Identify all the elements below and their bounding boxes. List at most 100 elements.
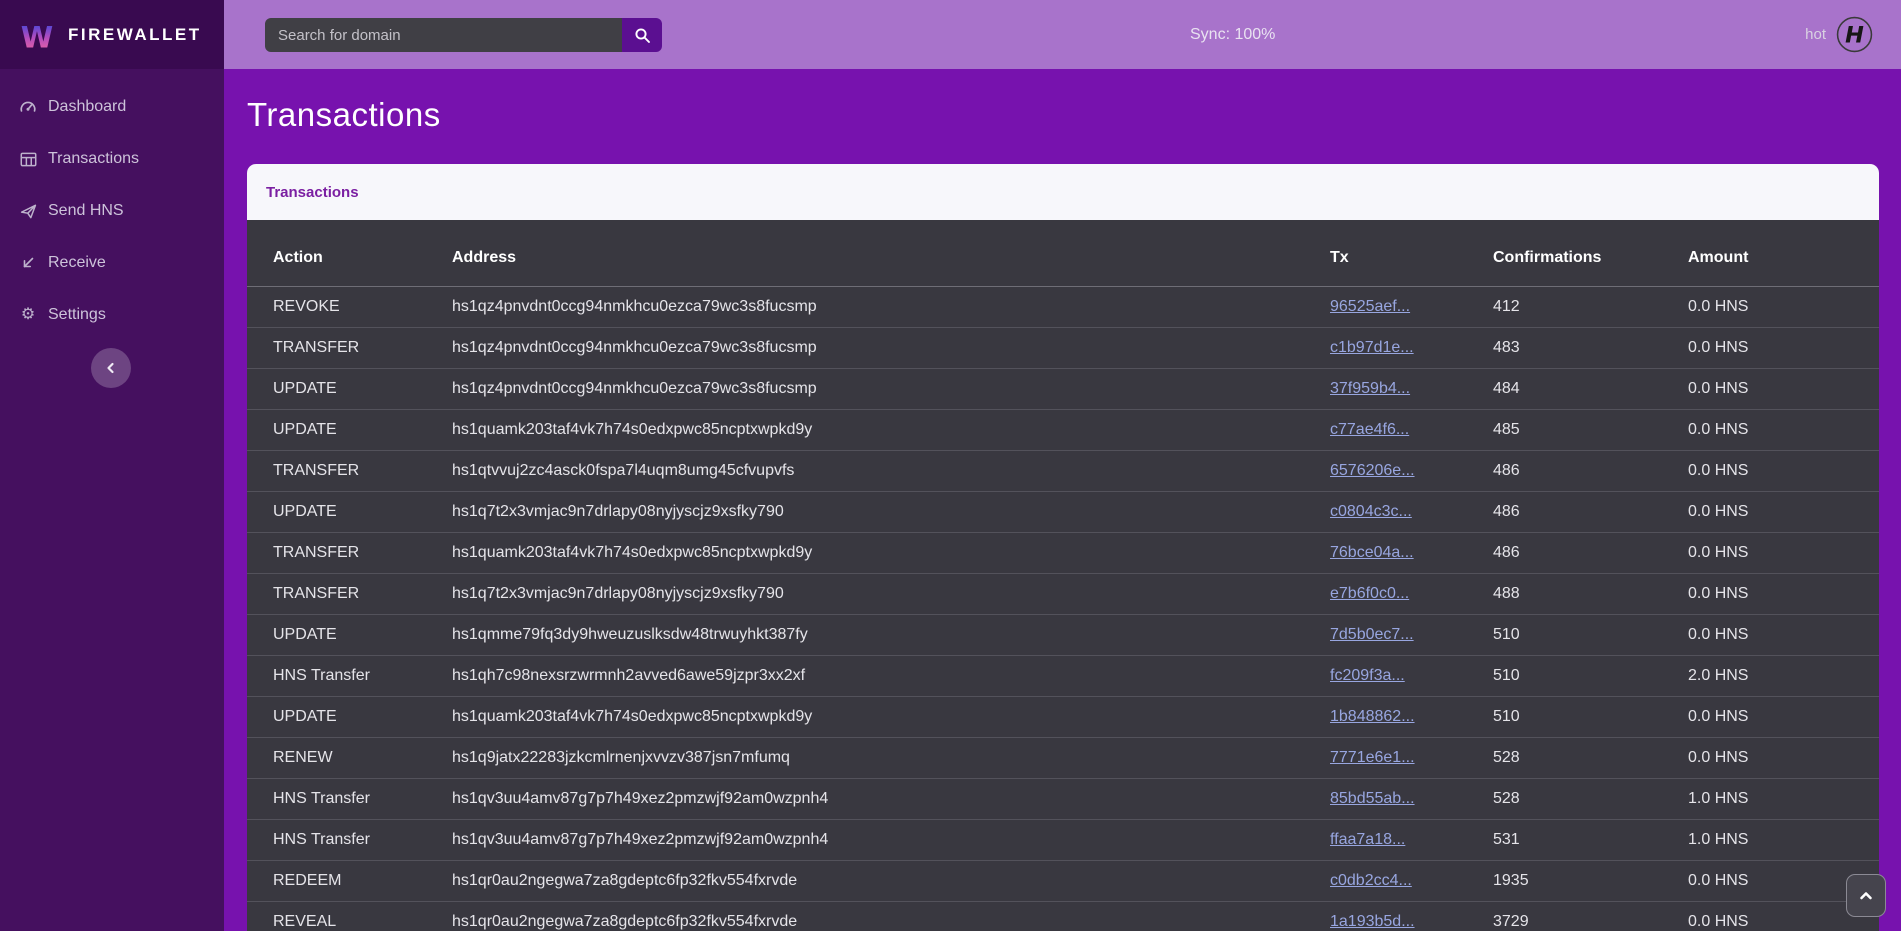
sidebar-item-settings[interactable]: ⚙Settings: [0, 289, 224, 341]
table-row: TRANSFERhs1quamk203taf4vk7h74s0edxpwc85n…: [247, 532, 1879, 573]
arrow-down-left-icon: [19, 254, 37, 272]
main-content: Transactions Transactions ActionAddressT…: [224, 0, 1901, 931]
handshake-logo-icon[interactable]: H: [1836, 16, 1873, 53]
card-header: Transactions: [247, 164, 1879, 220]
search-icon: [634, 27, 651, 44]
cell-action: RENEW: [247, 737, 452, 778]
wallet-menu[interactable]: hot H: [1805, 0, 1873, 69]
gear-icon: ⚙: [19, 306, 37, 324]
cell-tx: 7d5b0ec7...: [1330, 614, 1493, 655]
sidebar-item-label: Dashboard: [48, 98, 126, 116]
cell-tx: c0db2cc4...: [1330, 860, 1493, 901]
tx-link[interactable]: 1a193b5d...: [1330, 913, 1415, 930]
cell-tx: c1b97d1e...: [1330, 327, 1493, 368]
tx-link[interactable]: fc209f3a...: [1330, 667, 1405, 684]
cell-tx: 37f959b4...: [1330, 368, 1493, 409]
cell-address: hs1qh7c98nexsrzwrmnh2avved6awe59jzpr3xx2…: [452, 655, 1330, 696]
cell-action: REVOKE: [247, 286, 452, 327]
cell-tx: 6576206e...: [1330, 450, 1493, 491]
topbar: Sync: 100% hot H: [224, 0, 1901, 69]
table-row: HNS Transferhs1qh7c98nexsrzwrmnh2avved6a…: [247, 655, 1879, 696]
cell-confirmations: 510: [1493, 655, 1688, 696]
cell-action: UPDATE: [247, 491, 452, 532]
cell-action: HNS Transfer: [247, 655, 452, 696]
cell-action: HNS Transfer: [247, 819, 452, 860]
transactions-table-wrap: ActionAddressTxConfirmationsAmount REVOK…: [247, 220, 1879, 931]
page-title: Transactions: [247, 96, 1901, 134]
sidebar-item-label: Receive: [48, 254, 106, 272]
column-header-address: Address: [452, 220, 1330, 286]
cell-amount: 2.0 HNS: [1688, 655, 1879, 696]
tx-link[interactable]: 1b848862...: [1330, 708, 1415, 725]
tx-link[interactable]: 37f959b4...: [1330, 380, 1410, 397]
tx-link[interactable]: c0804c3c...: [1330, 503, 1412, 520]
sidebar-item-transactions[interactable]: Transactions: [0, 133, 224, 185]
cell-address: hs1quamk203taf4vk7h74s0edxpwc85ncptxwpkd…: [452, 409, 1330, 450]
cell-address: hs1qz4pnvdnt0ccg94nmkhcu0ezca79wc3s8fucs…: [452, 368, 1330, 409]
cell-address: hs1qtvvuj2zc4asck0fspa7l4uqm8umg45cfvupv…: [452, 450, 1330, 491]
cell-amount: 0.0 HNS: [1688, 696, 1879, 737]
cell-address: hs1qr0au2ngegwa7za8gdeptc6fp32fkv554fxrv…: [452, 901, 1330, 931]
cell-address: hs1q7t2x3vmjac9n7drlapy08nyjyscjz9xsfky7…: [452, 573, 1330, 614]
cell-confirmations: 510: [1493, 696, 1688, 737]
column-header-action: Action: [247, 220, 452, 286]
search-input[interactable]: [265, 18, 622, 52]
svg-text:H: H: [1845, 22, 1864, 48]
cell-action: TRANSFER: [247, 573, 452, 614]
cell-confirmations: 528: [1493, 737, 1688, 778]
cell-confirmations: 486: [1493, 450, 1688, 491]
tx-link[interactable]: 85bd55ab...: [1330, 790, 1415, 807]
cell-action: TRANSFER: [247, 532, 452, 573]
cell-address: hs1quamk203taf4vk7h74s0edxpwc85ncptxwpkd…: [452, 696, 1330, 737]
sidebar-item-send-hns[interactable]: Send HNS: [0, 185, 224, 237]
tx-link[interactable]: c77ae4f6...: [1330, 421, 1409, 438]
transactions-table: ActionAddressTxConfirmationsAmount REVOK…: [247, 220, 1879, 931]
cell-confirmations: 488: [1493, 573, 1688, 614]
cell-action: UPDATE: [247, 696, 452, 737]
cell-confirmations: 484: [1493, 368, 1688, 409]
tx-link[interactable]: c0db2cc4...: [1330, 872, 1412, 889]
transactions-table-body: REVOKEhs1qz4pnvdnt0ccg94nmkhcu0ezca79wc3…: [247, 286, 1879, 931]
sidebar-item-receive[interactable]: Receive: [0, 237, 224, 289]
cell-amount: 0.0 HNS: [1688, 737, 1879, 778]
tx-link[interactable]: e7b6f0c0...: [1330, 585, 1409, 602]
cell-action: UPDATE: [247, 409, 452, 450]
table-row: TRANSFERhs1q7t2x3vmjac9n7drlapy08nyjyscj…: [247, 573, 1879, 614]
sidebar: W FIREWALLET Dashboard Transactions Send H…: [0, 0, 224, 931]
tx-link[interactable]: 76bce04a...: [1330, 544, 1414, 561]
sidebar-item-dashboard[interactable]: Dashboard: [0, 81, 224, 133]
svg-text:W: W: [21, 20, 53, 53]
tx-link[interactable]: 6576206e...: [1330, 462, 1415, 479]
cell-amount: 0.0 HNS: [1688, 573, 1879, 614]
cell-amount: 0.0 HNS: [1688, 409, 1879, 450]
cell-address: hs1q9jatx22283jzkcmlrnenjxvvzv387jsn7mfu…: [452, 737, 1330, 778]
scroll-to-top-button[interactable]: [1846, 874, 1886, 917]
tx-link[interactable]: ffaa7a18...: [1330, 831, 1405, 848]
sidebar-collapse-button[interactable]: [91, 348, 131, 388]
table-row: TRANSFERhs1qtvvuj2zc4asck0fspa7l4uqm8umg…: [247, 450, 1879, 491]
cell-tx: 1b848862...: [1330, 696, 1493, 737]
tx-link[interactable]: 7d5b0ec7...: [1330, 626, 1414, 643]
cell-confirmations: 483: [1493, 327, 1688, 368]
cell-action: HNS Transfer: [247, 778, 452, 819]
search-button[interactable]: [622, 18, 662, 52]
table-row: UPDATEhs1quamk203taf4vk7h74s0edxpwc85ncp…: [247, 409, 1879, 450]
tx-link[interactable]: 7771e6e1...: [1330, 749, 1415, 766]
tx-link[interactable]: c1b97d1e...: [1330, 339, 1414, 356]
firewallet-logo-icon: W: [18, 17, 56, 53]
column-header-confirmations: Confirmations: [1493, 220, 1688, 286]
tx-link[interactable]: 96525aef...: [1330, 298, 1410, 315]
table-header-row: ActionAddressTxConfirmationsAmount: [247, 220, 1879, 286]
table-row: HNS Transferhs1qv3uu4amv87g7p7h49xez2pmz…: [247, 819, 1879, 860]
brand[interactable]: W FIREWALLET: [0, 0, 224, 69]
table-row: UPDATEhs1qz4pnvdnt0ccg94nmkhcu0ezca79wc3…: [247, 368, 1879, 409]
cell-address: hs1qr0au2ngegwa7za8gdeptc6fp32fkv554fxrv…: [452, 860, 1330, 901]
sidebar-item-label: Send HNS: [48, 202, 124, 220]
table-row: RENEWhs1q9jatx22283jzkcmlrnenjxvvzv387js…: [247, 737, 1879, 778]
domain-search: [265, 18, 662, 52]
cell-address: hs1qv3uu4amv87g7p7h49xez2pmzwjf92am0wzpn…: [452, 778, 1330, 819]
cell-amount: 0.0 HNS: [1688, 491, 1879, 532]
cell-address: hs1qz4pnvdnt0ccg94nmkhcu0ezca79wc3s8fucs…: [452, 286, 1330, 327]
table-row: REVOKEhs1qz4pnvdnt0ccg94nmkhcu0ezca79wc3…: [247, 286, 1879, 327]
speedometer-icon: [19, 98, 37, 116]
